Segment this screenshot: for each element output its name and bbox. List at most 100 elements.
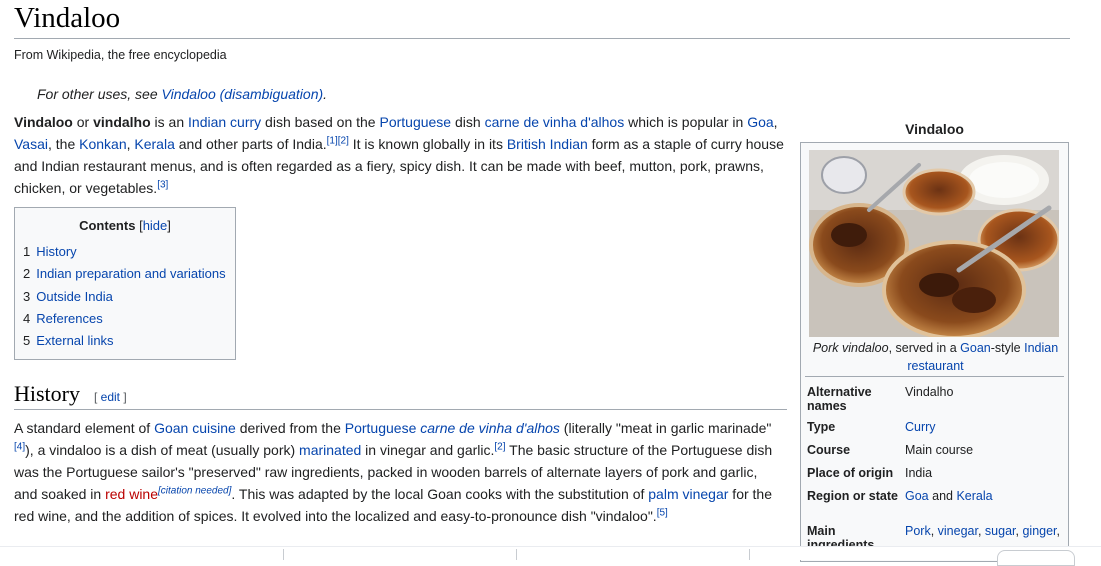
link-carne-de-vinha[interactable]: carne de vinha d'alhos <box>420 420 560 436</box>
link-red-wine[interactable]: red wine <box>105 486 158 502</box>
toolbar-button[interactable] <box>997 550 1075 566</box>
history-paragraph: A standard element of Goan cuisine deriv… <box>14 417 774 527</box>
separator: , <box>930 524 938 538</box>
text: in vinegar and garlic. <box>361 442 495 458</box>
link-ginger[interactable]: ginger <box>1022 524 1056 538</box>
row-label: Place of origin <box>807 466 894 480</box>
toc-title: Contents [hide] <box>15 218 235 233</box>
reference-1[interactable]: [1] <box>327 135 338 146</box>
link-curry[interactable]: Curry <box>905 420 936 434</box>
section-title: History <box>14 381 80 406</box>
link-goan[interactable]: Goan <box>960 341 991 355</box>
infobox: Pork vindaloo, served in a Goan-style In… <box>800 142 1069 562</box>
caption-text: Pork vindaloo <box>812 341 889 355</box>
toc-item-outside-india[interactable]: 3 Outside India <box>23 286 235 308</box>
bracket: [ <box>94 390 101 404</box>
reference-4[interactable]: [4] <box>14 441 25 452</box>
infobox-title: Vindaloo <box>905 121 964 137</box>
link-kerala[interactable]: Kerala <box>956 489 992 503</box>
link-vasai[interactable]: Vasai <box>14 136 48 152</box>
text: , <box>773 114 778 130</box>
vindaloo-photo[interactable] <box>809 150 1059 337</box>
toc-item-references[interactable]: 4 References <box>23 308 235 330</box>
link-goa[interactable]: Goa <box>905 489 929 503</box>
link-vinegar[interactable]: vinegar <box>938 524 978 538</box>
toc-link[interactable]: History <box>36 244 76 259</box>
toc-item-external-links[interactable]: 5 External links <box>23 330 235 352</box>
link-konkan[interactable]: Konkan <box>79 136 126 152</box>
toolbar-divider <box>516 549 517 560</box>
row-value: India <box>905 466 933 480</box>
toc-heading: Contents <box>79 218 136 233</box>
reference-3[interactable]: [3] <box>157 179 168 190</box>
text: ), a vindaloo is a dish of meat (usually… <box>25 442 300 458</box>
page-title: Vindaloo <box>14 2 121 34</box>
toc-link[interactable]: External links <box>36 333 113 348</box>
section-divider <box>14 409 787 410</box>
bottom-toolbar <box>0 546 1101 566</box>
row-value: Vindalho <box>905 385 954 399</box>
text: It is known globally in its <box>348 136 507 152</box>
disambiguation-link[interactable]: Vindaloo (disambiguation) <box>162 86 324 102</box>
text: dish <box>451 114 485 130</box>
section-heading-history: History [ edit ] <box>14 381 127 407</box>
reference-5[interactable]: [5] <box>657 507 668 518</box>
toc-hide-toggle[interactable]: hide <box>143 218 168 233</box>
toc-link[interactable]: Indian preparation and variations <box>36 266 225 281</box>
table-of-contents: Contents [hide] 1 History 2 Indian prepara… <box>14 207 236 360</box>
edit-section-link[interactable]: edit <box>101 390 120 404</box>
title-divider <box>14 38 1070 39</box>
toc-link[interactable]: Outside India <box>36 289 113 304</box>
toc-link[interactable]: References <box>36 311 102 326</box>
hatnote-suffix: . <box>323 86 328 102</box>
text: and other parts of India. <box>174 136 327 152</box>
text: dish based on the <box>261 114 380 130</box>
link-sugar[interactable]: sugar <box>985 524 1016 538</box>
link-goan-cuisine[interactable]: Goan cuisine <box>154 420 236 436</box>
hatnote-prefix: For other uses, see <box>37 86 162 102</box>
text: or <box>72 114 94 130</box>
bracket: ] <box>120 390 127 404</box>
row-text: and <box>928 489 957 503</box>
caption-text: -style <box>990 341 1025 355</box>
link-pork[interactable]: Pork <box>905 524 931 538</box>
intro-paragraph: Vindaloo or vindalho is an Indian curry … <box>14 111 789 199</box>
separator: , <box>977 524 985 538</box>
link-goa[interactable]: Goa <box>747 114 773 130</box>
separator: , <box>1056 524 1061 538</box>
toolbar-divider <box>749 549 750 560</box>
text: , the <box>47 136 80 152</box>
text: . This was adapted by the local Goan coo… <box>231 486 649 502</box>
text: (literally "meat in garlic marinade" <box>559 420 772 436</box>
text: A standard element of <box>14 420 155 436</box>
row-label: Type <box>807 420 836 434</box>
row-label: Region or state <box>807 489 898 503</box>
toc-number: 2 <box>23 266 31 282</box>
link-marinated[interactable]: marinated <box>299 442 361 458</box>
link-british-indian[interactable]: British Indian <box>507 136 588 152</box>
bracket: ] <box>167 218 171 233</box>
text: is an <box>150 114 189 130</box>
edit-section: [ edit ] <box>94 390 127 404</box>
toc-number: 5 <box>23 333 31 349</box>
infobox-caption: Pork vindaloo, served in a Goan-style In… <box>807 339 1064 375</box>
link-carne-de-vinha[interactable]: carne de vinha d'alhos <box>485 114 625 130</box>
tagline: From Wikipedia, the free encyclopedia <box>14 48 227 62</box>
row-label: Alternative names <box>807 385 872 413</box>
reference-2[interactable]: [2] <box>494 441 505 452</box>
row-label: Course <box>807 443 851 457</box>
link-portuguese[interactable]: Portuguese <box>379 114 451 130</box>
caption-text: , served in a <box>888 341 961 355</box>
toc-number: 3 <box>23 288 31 304</box>
text: which is popular in <box>624 114 748 130</box>
link-palm-vinegar[interactable]: palm vinegar <box>648 486 728 502</box>
toc-item-history[interactable]: 1 History <box>23 241 235 263</box>
toolbar-divider <box>283 549 284 560</box>
link-indian-curry[interactable]: Indian curry <box>188 114 261 130</box>
row-value: Main course <box>905 443 974 457</box>
toc-item-indian-preparation[interactable]: 2 Indian preparation and variations <box>23 263 235 285</box>
link-portuguese[interactable]: Portuguese <box>345 420 417 436</box>
citation-needed-link[interactable]: [citation needed] <box>158 485 231 496</box>
link-kerala[interactable]: Kerala <box>134 136 174 152</box>
reference-2[interactable]: [2] <box>338 135 349 146</box>
